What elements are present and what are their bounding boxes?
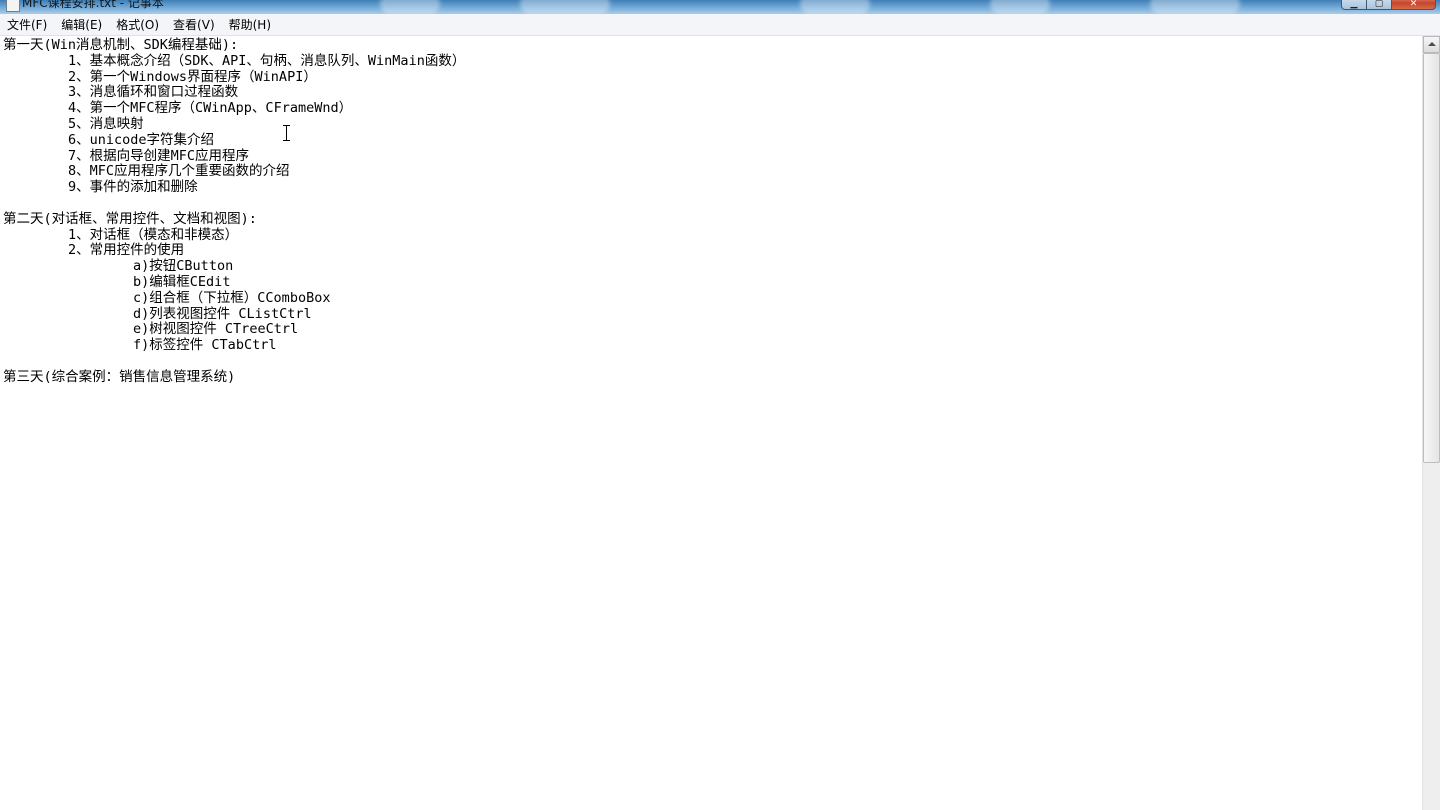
window-title: MFC课程安排.txt - 记事本 bbox=[22, 0, 164, 10]
caption-buttons: ▁ ▢ ✕ bbox=[1341, 0, 1436, 10]
menu-help[interactable]: 帮助(H) bbox=[222, 15, 278, 35]
minimize-button[interactable]: ▁ bbox=[1341, 0, 1367, 10]
vertical-scrollbar[interactable] bbox=[1422, 36, 1440, 810]
menu-format[interactable]: 格式(O) bbox=[109, 15, 166, 35]
scroll-thumb[interactable] bbox=[1423, 53, 1440, 463]
menu-view[interactable]: 查看(V) bbox=[166, 15, 222, 35]
menu-bar: 文件(F) 编辑(E) 格式(O) 查看(V) 帮助(H) bbox=[0, 14, 1440, 36]
notepad-window: MFC课程安排.txt - 记事本 ▁ ▢ ✕ 文件(F) 编辑(E) 格式(O… bbox=[0, 0, 1440, 810]
text-cursor-icon bbox=[283, 125, 291, 141]
scroll-up-button[interactable] bbox=[1423, 36, 1440, 53]
minimize-icon: ▁ bbox=[1350, 0, 1358, 9]
title-bar[interactable]: MFC课程安排.txt - 记事本 ▁ ▢ ✕ bbox=[0, 0, 1440, 14]
menu-edit[interactable]: 编辑(E) bbox=[54, 15, 109, 35]
text-editor[interactable]: 第一天(Win消息机制、SDK编程基础): 1、基本概念介绍（SDK、API、句… bbox=[0, 36, 1422, 810]
notepad-icon bbox=[6, 0, 20, 12]
close-button[interactable]: ✕ bbox=[1392, 0, 1436, 10]
menu-file[interactable]: 文件(F) bbox=[0, 15, 54, 35]
maximize-icon: ▢ bbox=[1374, 0, 1384, 9]
maximize-button[interactable]: ▢ bbox=[1367, 0, 1392, 10]
document-text[interactable]: 第一天(Win消息机制、SDK编程基础): 1、基本概念介绍（SDK、API、句… bbox=[0, 36, 1422, 386]
close-icon: ✕ bbox=[1409, 0, 1418, 9]
